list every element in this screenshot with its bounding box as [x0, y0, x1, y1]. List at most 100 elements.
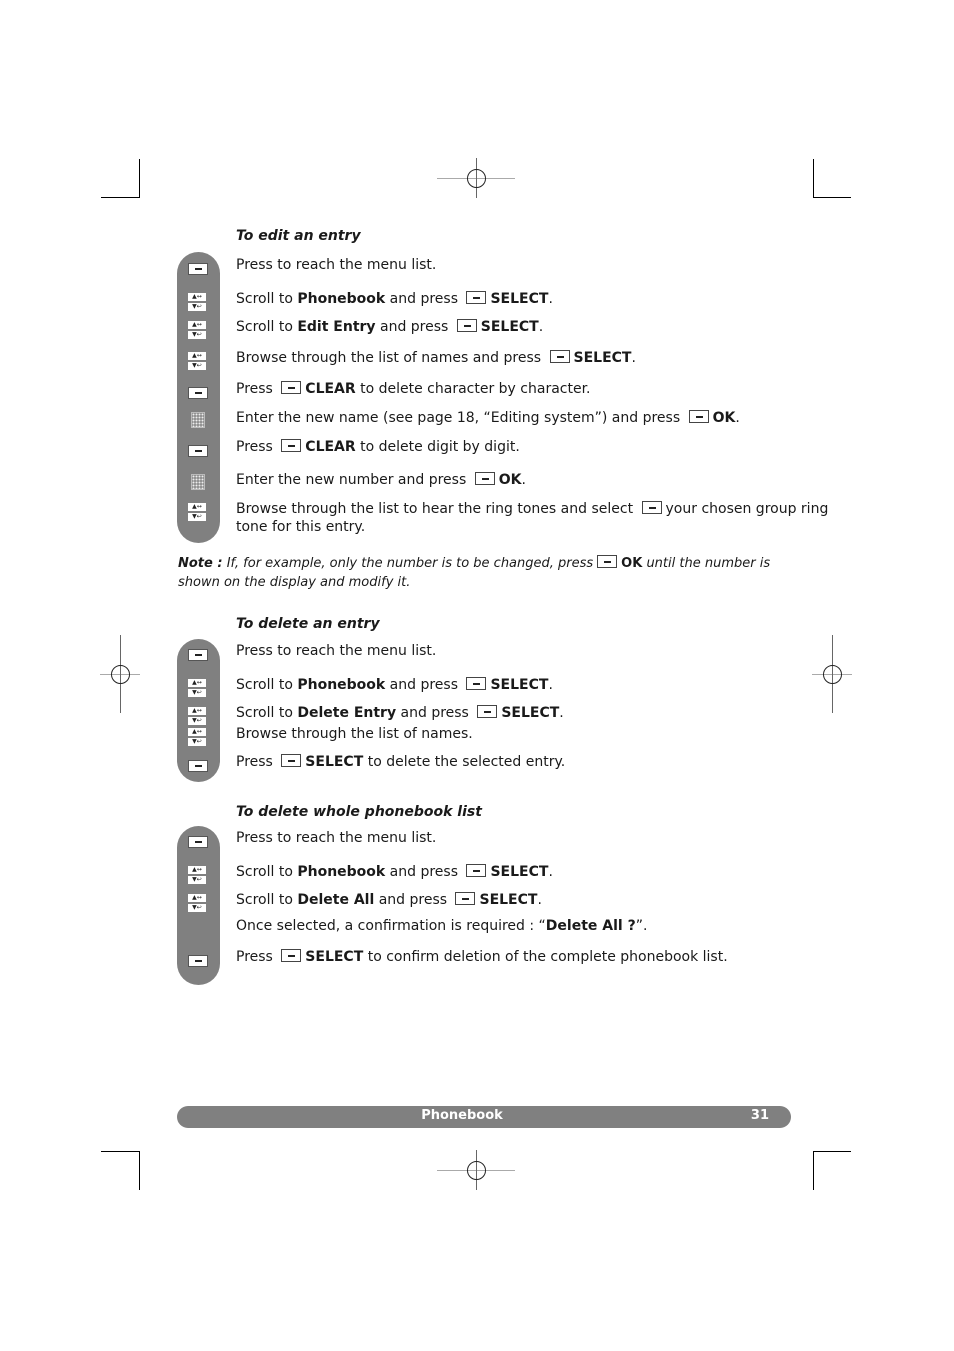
step-text: to confirm deletion of the complete phon…	[363, 949, 728, 965]
section-title: To delete whole phonebook list	[236, 804, 482, 820]
softkey-icon	[641, 501, 662, 514]
note-label: Note :	[178, 556, 223, 571]
nav-up-icon: ▲↔	[188, 707, 206, 715]
softkey-icon	[281, 381, 302, 394]
instruction-step: Browse through the list of names.	[236, 726, 473, 742]
navigation-key-icon: ▲↔ ▼↩	[188, 894, 206, 913]
step-text: Press	[236, 439, 278, 455]
key-label: CLEAR	[305, 381, 356, 397]
step-text: Press	[236, 381, 278, 397]
crop-mark	[101, 197, 140, 198]
step-text: your chosen group ring	[665, 501, 829, 517]
key-label: SELECT	[305, 949, 364, 965]
navigation-key-icon: ▲↔ ▼↩	[188, 728, 206, 747]
key-label: SELECT	[501, 705, 560, 721]
instruction-step: Scroll to Phonebook and press SELECT.	[236, 677, 553, 693]
key-label: Phonebook	[297, 291, 386, 307]
step-text: Press to reach the menu list.	[236, 257, 437, 273]
step-text: Press to reach the menu list.	[236, 830, 437, 846]
keypad-icon	[191, 412, 205, 428]
navigation-key-icon: ▲↔ ▼↩	[188, 679, 206, 698]
instruction-step: Browse through the list to hear the ring…	[236, 501, 828, 517]
nav-up-icon: ▲↔	[188, 503, 206, 511]
step-text: Press	[236, 754, 278, 770]
crop-mark	[813, 1151, 814, 1190]
menu-key-icon	[188, 445, 208, 457]
instruction-step: Scroll to Edit Entry and press SELECT.	[236, 319, 543, 335]
crop-mark	[101, 1151, 140, 1152]
nav-up-icon: ▲↔	[188, 293, 206, 301]
step-text: .	[735, 410, 740, 426]
step-text: Scroll to	[236, 677, 298, 693]
key-label: SELECT	[490, 677, 549, 693]
navigation-key-icon: ▲↔ ▼↩	[188, 707, 206, 726]
nav-down-icon: ▼↩	[188, 303, 206, 311]
page-footer: Phonebook 31	[177, 1106, 791, 1128]
softkey-icon	[688, 410, 709, 423]
step-text-continued: tone for this entry.	[236, 519, 366, 535]
crop-mark	[139, 159, 140, 198]
nav-up-icon: ▲↔	[188, 866, 206, 874]
nav-down-icon: ▼↩	[188, 331, 206, 339]
crop-mark	[813, 159, 814, 198]
step-text: Browse through the list to hear the ring…	[236, 501, 638, 517]
crop-mark	[813, 1151, 851, 1152]
note-text: If, for example, only the number is to b…	[226, 556, 594, 571]
step-text: .	[548, 864, 553, 880]
key-label: SELECT	[305, 754, 364, 770]
step-text: and press	[385, 864, 463, 880]
menu-key-icon	[188, 836, 208, 848]
nav-up-icon: ▲↔	[188, 728, 206, 736]
key-label: Edit Entry	[297, 319, 376, 335]
nav-down-icon: ▼↩	[188, 717, 206, 725]
instruction-step: Once selected, a confirmation is require…	[236, 918, 647, 934]
crop-mark	[139, 1151, 140, 1190]
key-label: SELECT	[490, 291, 549, 307]
instruction-step: Press to reach the menu list.	[236, 257, 436, 273]
note: Note : If, for example, only the number …	[178, 554, 776, 592]
step-text: and press	[396, 705, 474, 721]
step-text: to delete character by character.	[355, 381, 591, 397]
step-text: and press	[375, 319, 453, 335]
step-text: Scroll to	[236, 705, 298, 721]
softkey-icon	[466, 677, 487, 690]
nav-down-icon: ▼↩	[188, 904, 206, 912]
step-text: Scroll to	[236, 864, 298, 880]
key-label: CLEAR	[305, 439, 356, 455]
nav-up-icon: ▲↔	[188, 679, 206, 687]
instruction-step: Press CLEAR to delete character by chara…	[236, 381, 591, 397]
step-text: .	[631, 350, 636, 366]
step-text: .	[548, 291, 553, 307]
step-text: and press	[385, 291, 463, 307]
navigation-key-icon: ▲↔ ▼↩	[188, 352, 206, 371]
step-text: Once selected, a confirmation is require…	[236, 918, 546, 934]
menu-key-icon	[188, 263, 208, 275]
step-text: Browse through the list of names and pre…	[236, 350, 546, 366]
softkey-icon	[549, 350, 570, 363]
softkey-icon	[474, 472, 495, 485]
instruction-step: Press SELECT to delete the selected entr…	[236, 754, 565, 770]
softkey-icon	[597, 555, 618, 568]
step-text: Scroll to	[236, 892, 298, 908]
instruction-step: Scroll to Delete All and press SELECT.	[236, 892, 542, 908]
key-label: SELECT	[490, 864, 549, 880]
nav-down-icon: ▼↩	[188, 362, 206, 370]
nav-down-icon: ▼↩	[188, 689, 206, 697]
softkey-icon	[281, 439, 302, 452]
nav-down-icon: ▼↩	[188, 738, 206, 746]
key-label: OK	[498, 472, 522, 488]
key-label: Phonebook	[297, 864, 386, 880]
softkey-icon	[455, 892, 476, 905]
key-label: Delete All	[297, 892, 375, 908]
key-label: Delete Entry	[297, 705, 397, 721]
step-text: Scroll to	[236, 319, 298, 335]
step-text: and press	[374, 892, 452, 908]
step-text: Press	[236, 949, 278, 965]
instruction-step: Scroll to Delete Entry and press SELECT.	[236, 705, 564, 721]
crop-mark	[813, 197, 851, 198]
section-title: To delete an entry	[236, 616, 380, 632]
key-label: SELECT	[573, 350, 632, 366]
step-text: .	[559, 705, 564, 721]
instruction-step: Press to reach the menu list.	[236, 643, 436, 659]
nav-down-icon: ▼↩	[188, 513, 206, 521]
